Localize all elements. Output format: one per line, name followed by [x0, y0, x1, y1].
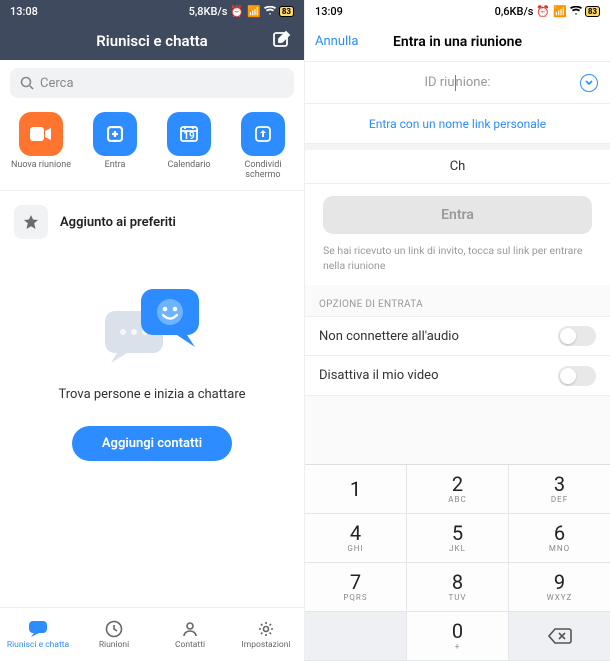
star-icon [14, 205, 48, 239]
add-contacts-button[interactable]: Aggiungi contatti [72, 426, 232, 461]
status-right: 0,6KB/s ⏰ 📶 83 [495, 5, 600, 18]
share-icon [241, 112, 285, 156]
key-8[interactable]: 8TUV [407, 563, 509, 612]
screen-join: 13:09 0,6KB/s ⏰ 📶 83 Annulla Entra in un… [305, 0, 610, 661]
signal-icon: 📶 [553, 5, 567, 18]
calendar-icon: 19 [167, 112, 211, 156]
action-share-screen[interactable]: Condividi schermo [228, 112, 298, 180]
action-calendar[interactable]: 19 Calendario [154, 112, 224, 180]
key-empty [305, 612, 407, 661]
section-label: OPZIONE DI ENTRATA [305, 285, 610, 316]
personal-link-button[interactable]: Entra con un nome link personale [305, 104, 610, 144]
meeting-id-input[interactable]: ID riunione: [305, 62, 610, 104]
key-0[interactable]: 0+ [407, 612, 509, 661]
chat-illustration [97, 283, 207, 373]
key-6[interactable]: 6MNO [509, 514, 610, 563]
contacts-icon [181, 620, 199, 638]
plus-icon [93, 112, 137, 156]
signal-icon: 📶 [247, 5, 261, 18]
bottom-nav: Riunisci e chatta Riunioni Contatti Impo… [0, 607, 304, 661]
empty-state: Trova persone e inizia a chattare Aggiun… [0, 253, 304, 461]
key-backspace[interactable] [509, 612, 610, 661]
option-no-video[interactable]: Disattiva il mio video [305, 356, 610, 396]
toggle-audio[interactable] [558, 326, 596, 346]
search-placeholder: Cerca [40, 76, 74, 91]
clock-icon [105, 620, 123, 638]
key-5[interactable]: 5JKL [407, 514, 509, 563]
nav-contacts[interactable]: Contatti [152, 608, 228, 661]
status-time: 13:09 [315, 5, 343, 18]
header: Riunisci e chatta [0, 22, 304, 60]
action-join[interactable]: Entra [80, 112, 150, 180]
gear-icon [257, 620, 275, 638]
cancel-button[interactable]: Annulla [315, 34, 358, 49]
nav-meetings[interactable]: Riunioni [76, 608, 152, 661]
search-icon [20, 76, 34, 90]
wifi-icon [264, 6, 276, 16]
toggle-video[interactable] [558, 366, 596, 386]
action-new-meeting[interactable]: Nuova riunione [6, 112, 76, 180]
hint-text: Se hai ricevuto un link di invito, tocca… [305, 240, 610, 285]
numeric-keypad: 12ABC3DEF 4GHI5JKL6MNO 7PQRS8TUV9WXYZ0+ [305, 464, 610, 661]
option-no-audio[interactable]: Non connettere all'audio [305, 316, 610, 356]
screen-chat: 13:08 5,8KB/s ⏰ 📶 83 Riunisci e chatta C… [0, 0, 305, 661]
nav-chat[interactable]: Riunisci e chatta [0, 608, 76, 661]
status-time: 13:08 [10, 5, 38, 18]
status-bar: 13:08 5,8KB/s ⏰ 📶 83 [0, 0, 304, 22]
search-container: Cerca [0, 60, 304, 106]
key-7[interactable]: 7PQRS [305, 563, 407, 612]
status-bar: 13:09 0,6KB/s ⏰ 📶 83 [305, 0, 610, 22]
key-3[interactable]: 3DEF [509, 465, 610, 514]
empty-text: Trova persone e inizia a chattare [58, 387, 245, 402]
video-icon [19, 112, 63, 156]
status-right: 5,8KB/s ⏰ 📶 83 [189, 5, 294, 18]
key-9[interactable]: 9WXYZ [509, 563, 610, 612]
header: Annulla Entra in una riunione [305, 22, 610, 62]
battery-icon: 83 [585, 6, 600, 17]
join-button[interactable]: Entra [323, 196, 592, 234]
status-net: 0,6KB/s [495, 5, 534, 18]
battery-icon: 83 [279, 6, 294, 17]
alarm-icon: ⏰ [536, 5, 550, 18]
action-row: Nuova riunione Entra 19 Calendario Condi… [0, 106, 304, 191]
backspace-icon [548, 628, 572, 644]
compose-icon[interactable] [272, 30, 292, 54]
search-input[interactable]: Cerca [10, 68, 294, 98]
join-container: Entra [305, 184, 610, 240]
page-title: Riunisci e chatta [96, 32, 207, 50]
chevron-down-icon[interactable] [580, 74, 598, 92]
wifi-icon [570, 6, 582, 16]
nav-settings[interactable]: Impostazioni [228, 608, 304, 661]
key-1[interactable]: 1 [305, 465, 407, 514]
key-4[interactable]: 4GHI [305, 514, 407, 563]
display-name-input[interactable]: Ch [305, 144, 610, 184]
key-2[interactable]: 2ABC [407, 465, 509, 514]
status-net: 5,8KB/s [189, 5, 228, 18]
favorites-label: Aggiunto ai preferiti [60, 215, 176, 230]
alarm-icon: ⏰ [230, 5, 244, 18]
favorites-row[interactable]: Aggiunto ai preferiti [0, 191, 304, 253]
page-title: Entra in una riunione [393, 34, 522, 50]
chat-icon [28, 620, 48, 638]
